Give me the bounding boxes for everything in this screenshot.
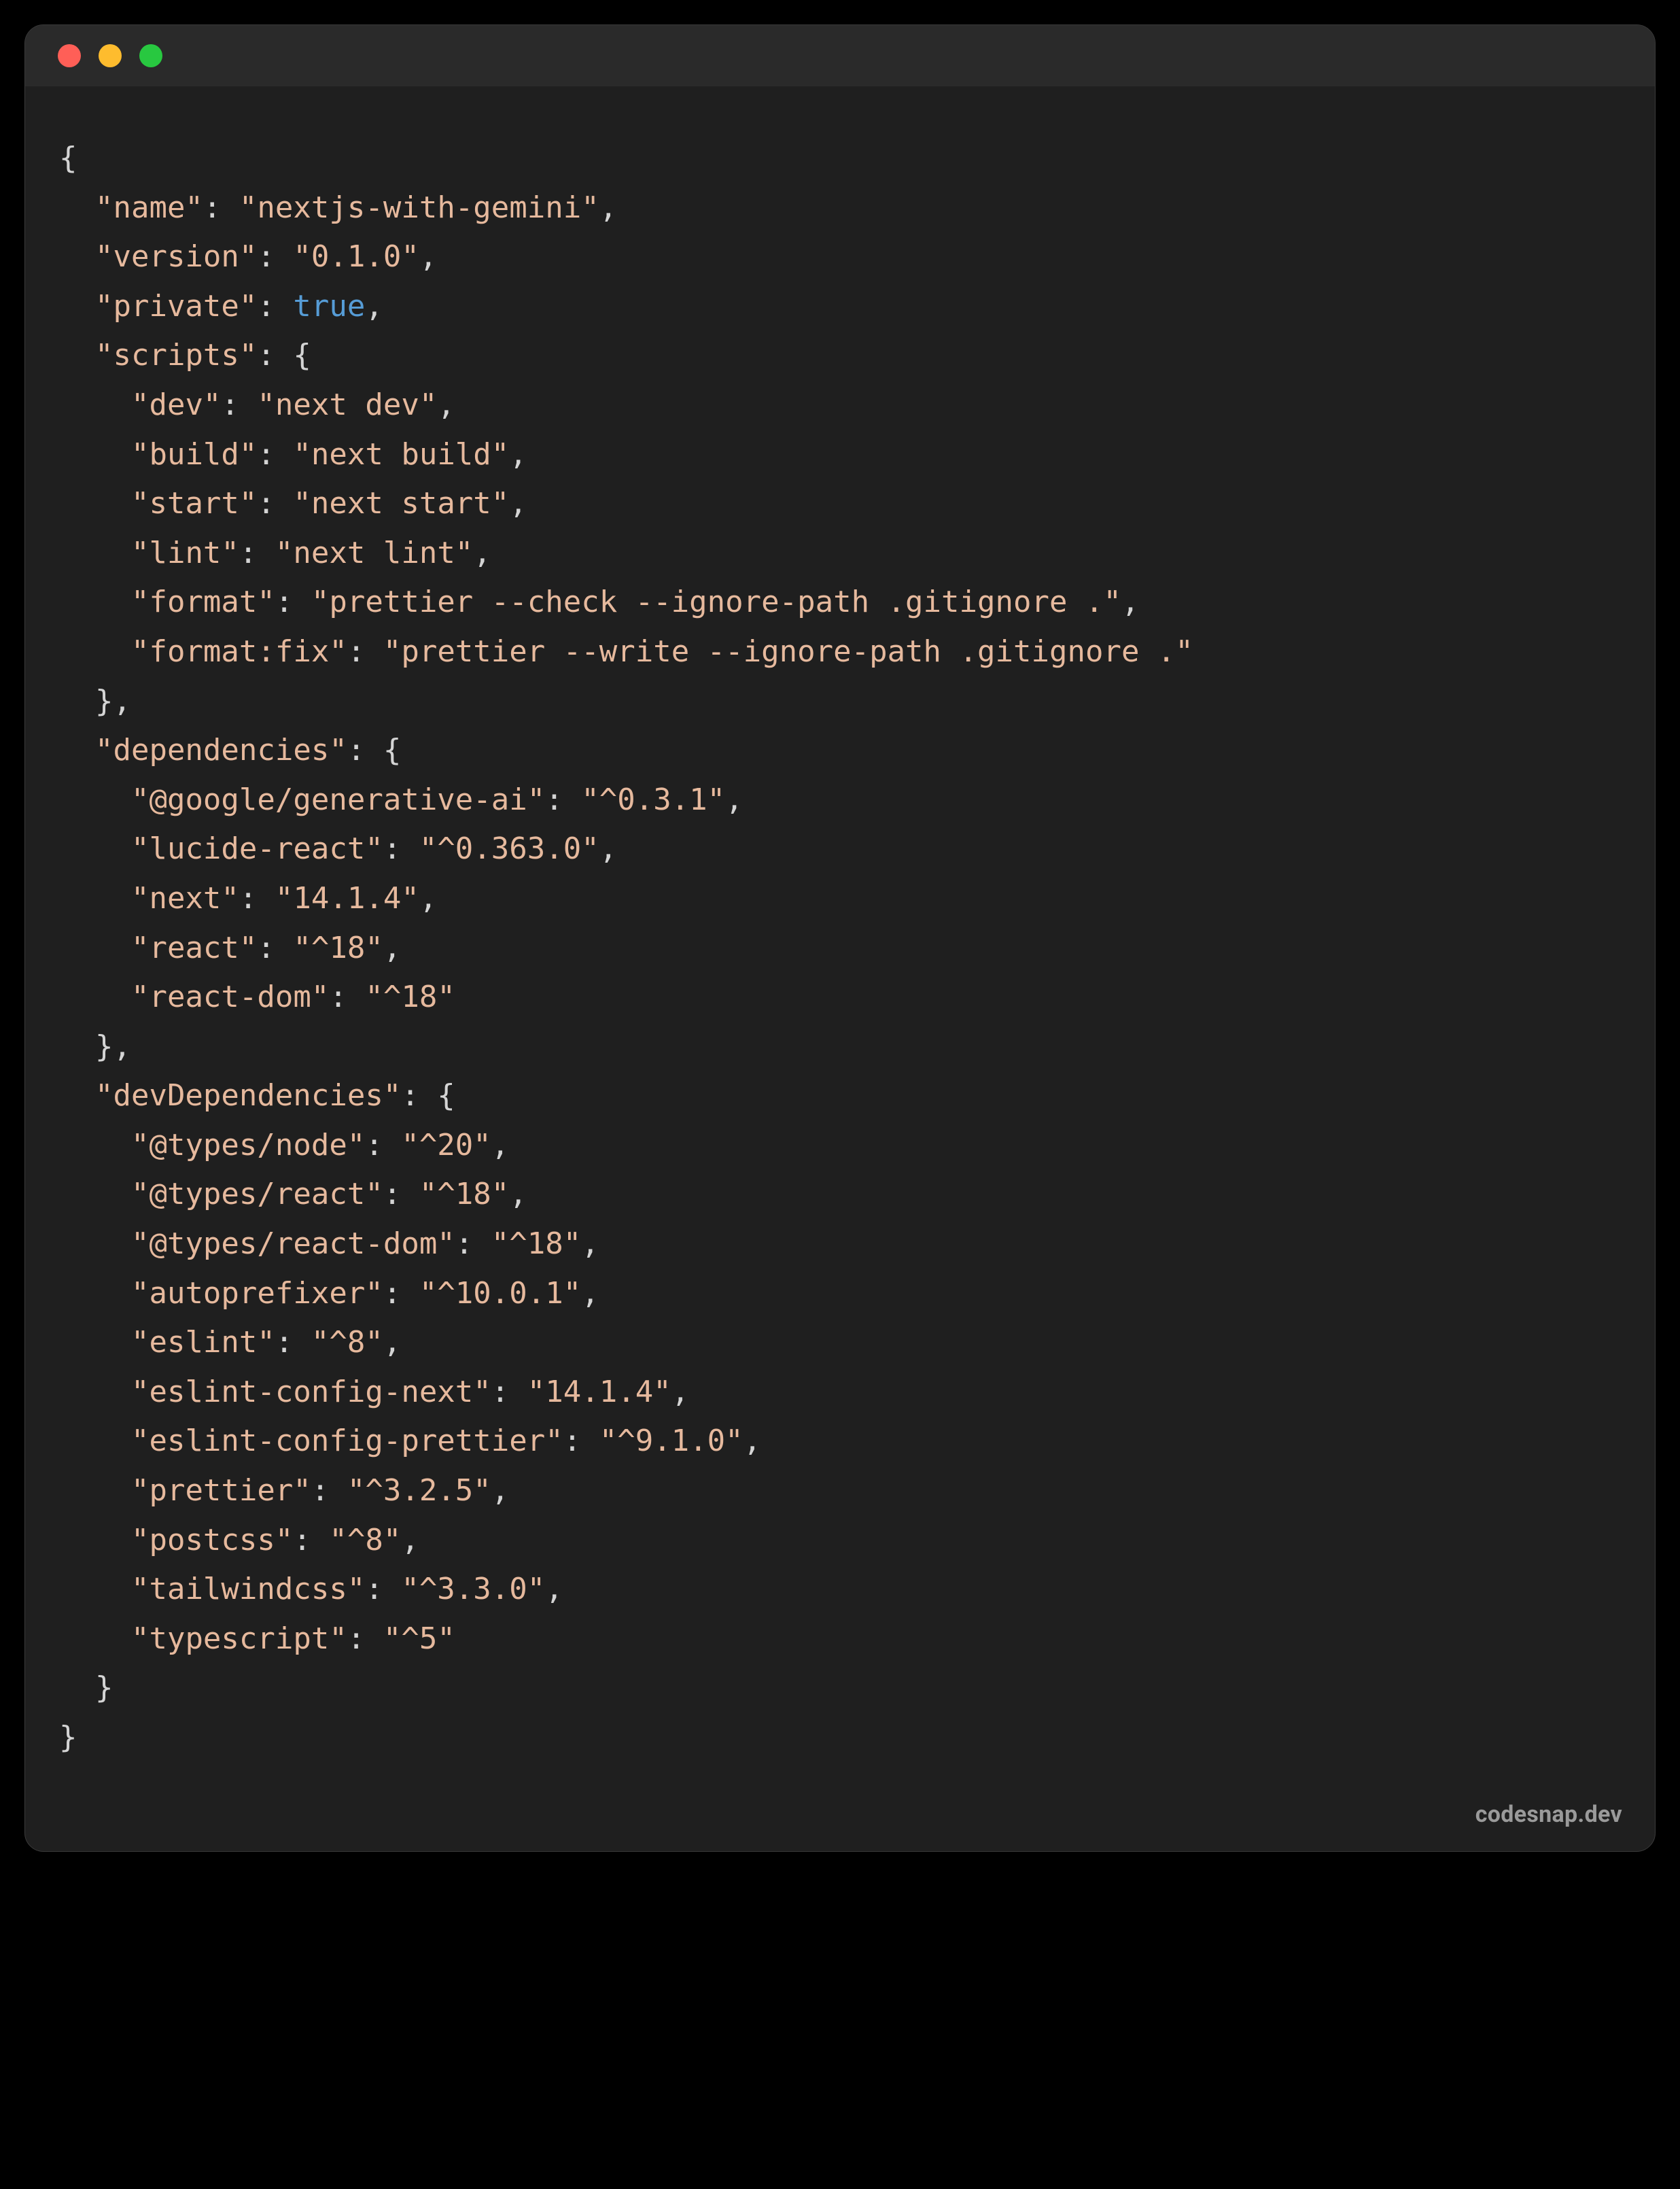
json-key: "format" — [131, 585, 275, 619]
json-string: "^0.363.0" — [419, 831, 599, 866]
json-key: "scripts" — [95, 338, 257, 373]
json-key: "@types/node" — [131, 1128, 365, 1162]
json-string: "^8" — [311, 1325, 383, 1360]
json-key: "eslint" — [131, 1325, 275, 1360]
json-string: "next build" — [293, 437, 509, 472]
json-key: "typescript" — [131, 1621, 347, 1656]
json-string: "^18" — [491, 1226, 581, 1261]
json-string: "^18" — [365, 980, 455, 1014]
close-icon[interactable] — [58, 44, 81, 67]
json-key: "lint" — [131, 536, 239, 570]
zoom-icon[interactable] — [139, 44, 162, 67]
json-key: "eslint-config-prettier" — [131, 1424, 563, 1458]
code-window: { "name": "nextjs-with-gemini", "version… — [24, 24, 1656, 1852]
json-key: "tailwindcss" — [131, 1572, 365, 1606]
watermark-label: codesnap.dev — [1475, 1801, 1622, 1828]
json-key: "react" — [131, 931, 257, 965]
json-string: "prettier --write --ignore-path .gitigno… — [383, 634, 1193, 669]
json-key: "prettier" — [131, 1473, 311, 1508]
json-string: "next start" — [293, 486, 509, 521]
json-string: "^20" — [401, 1128, 491, 1162]
json-string: "^10.0.1" — [419, 1276, 581, 1311]
json-string: "next dev" — [257, 387, 437, 422]
json-key: "lucide-react" — [131, 831, 383, 866]
json-string: "nextjs-with-gemini" — [239, 190, 599, 225]
minimize-icon[interactable] — [99, 44, 122, 67]
json-string: "^18" — [419, 1177, 509, 1211]
json-key: "autoprefixer" — [131, 1276, 383, 1311]
json-key: "@types/react-dom" — [131, 1226, 455, 1261]
json-key: "devDependencies" — [95, 1078, 401, 1113]
json-string: "^3.3.0" — [401, 1572, 545, 1606]
json-key: "dependencies" — [95, 733, 347, 768]
json-key: "react-dom" — [131, 980, 329, 1014]
json-key: "version" — [95, 239, 257, 274]
json-string: "^3.2.5" — [347, 1473, 491, 1508]
json-key: "next" — [131, 881, 239, 916]
json-string: "prettier --check --ignore-path .gitigno… — [311, 585, 1121, 619]
json-boolean: true — [293, 289, 365, 324]
json-string: "^9.1.0" — [599, 1424, 743, 1458]
json-string: "^0.3.1" — [581, 782, 725, 817]
json-key: "format:fix" — [131, 634, 347, 669]
json-key: "dev" — [131, 387, 221, 422]
json-string: "^18" — [293, 931, 383, 965]
json-key: "eslint-config-next" — [131, 1375, 491, 1409]
json-key: "private" — [95, 289, 257, 324]
code-block: { "name": "nextjs-with-gemini", "version… — [25, 86, 1655, 1851]
json-string: "14.1.4" — [527, 1375, 671, 1409]
json-string: "14.1.4" — [275, 881, 419, 916]
json-string: "^5" — [383, 1621, 455, 1656]
json-string: "^8" — [329, 1523, 401, 1557]
json-string: "next lint" — [275, 536, 473, 570]
json-key: "build" — [131, 437, 257, 472]
window-titlebar — [25, 25, 1655, 86]
json-key: "@google/generative-ai" — [131, 782, 545, 817]
json-key: "postcss" — [131, 1523, 293, 1557]
json-key: "@types/react" — [131, 1177, 383, 1211]
json-string: "0.1.0" — [293, 239, 419, 274]
json-key: "name" — [95, 190, 203, 225]
json-key: "start" — [131, 486, 257, 521]
